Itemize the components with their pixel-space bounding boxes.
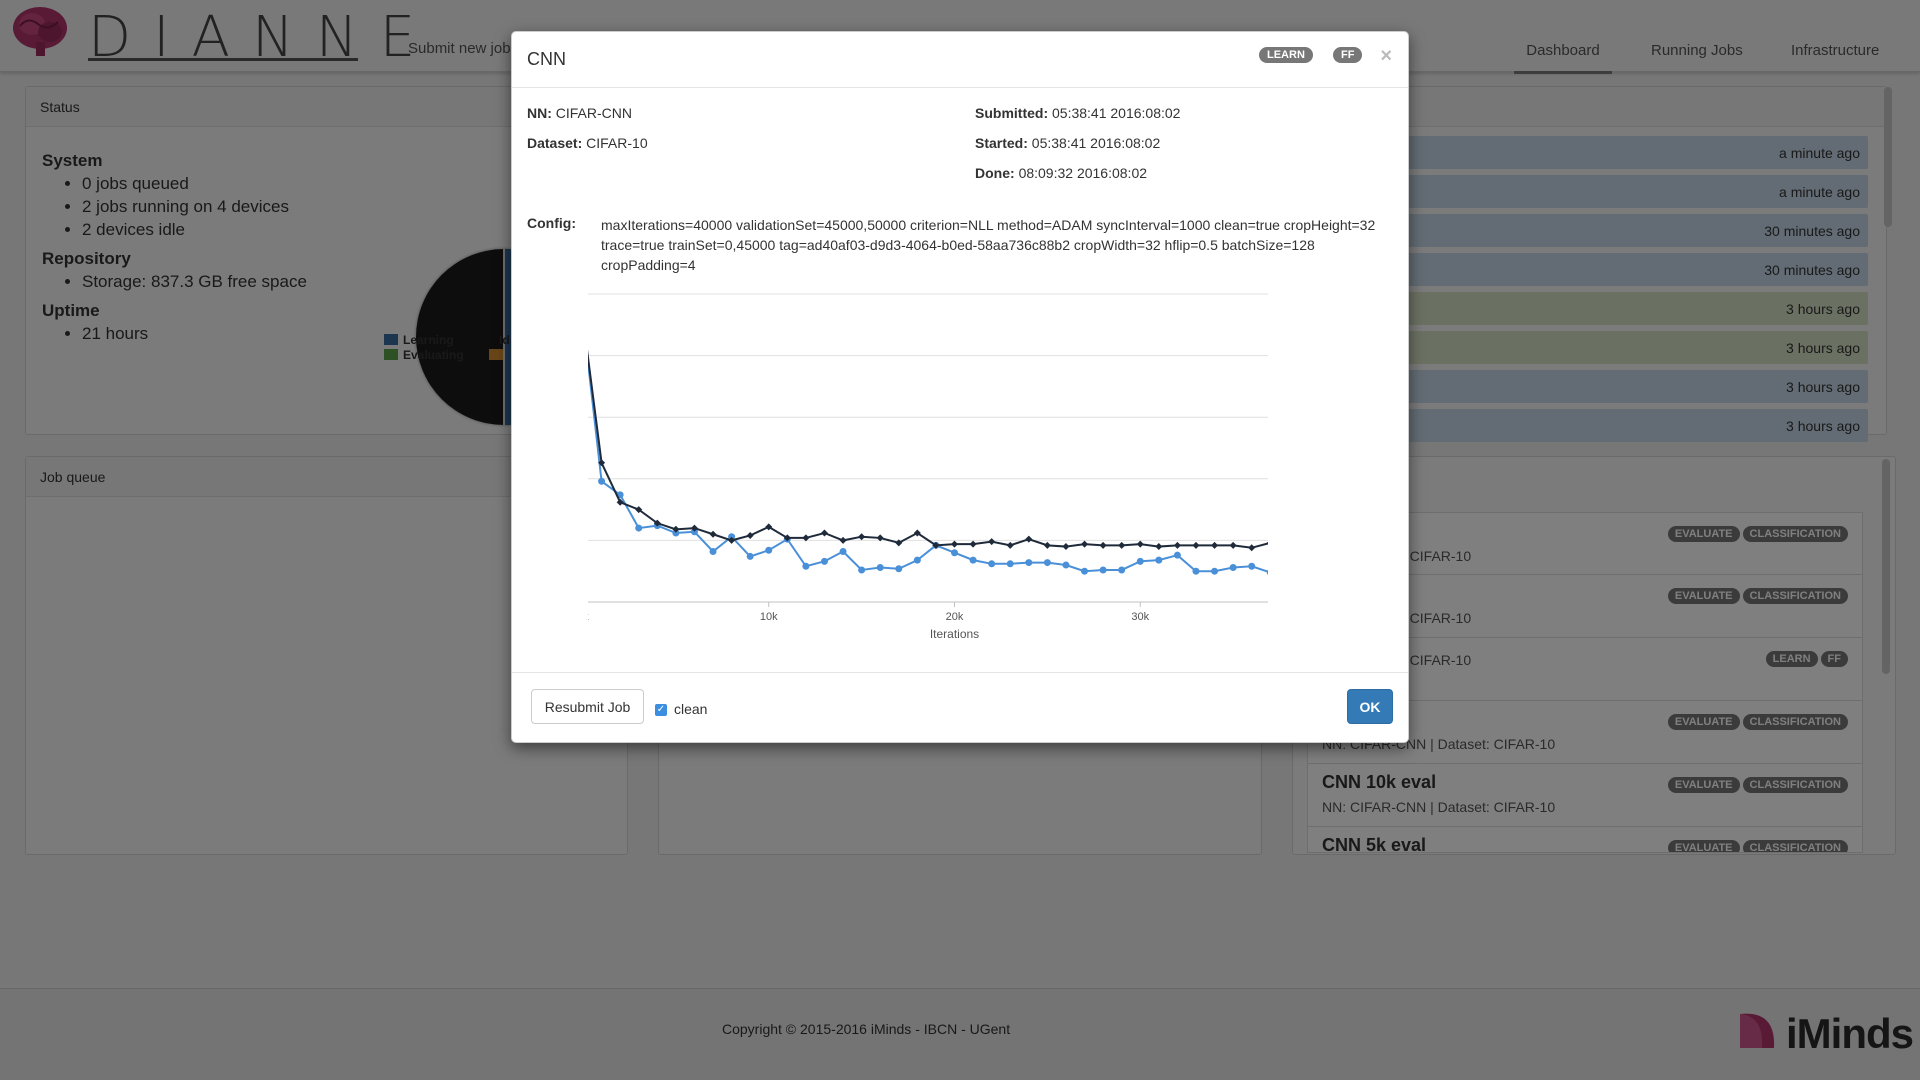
done-value: 08:09:32 2016:08:02 <box>1018 165 1148 181</box>
close-icon[interactable]: × <box>1380 45 1392 68</box>
data-point <box>1081 567 1089 575</box>
data-point <box>802 562 810 570</box>
data-point <box>876 564 884 572</box>
config-value: maxIterations=40000 validationSet=45000,… <box>601 217 1376 273</box>
data-point <box>1062 561 1070 569</box>
data-point <box>1155 543 1163 551</box>
data-point <box>1155 556 1163 564</box>
nn-label: NN: <box>527 105 552 121</box>
submitted-label: Submitted: <box>975 105 1049 121</box>
ok-button[interactable]: OK <box>1347 689 1393 724</box>
data-point <box>1136 557 1144 565</box>
started-value: 05:38:41 2016:08:02 <box>1031 135 1161 151</box>
data-point <box>746 552 754 560</box>
data-point <box>1118 541 1126 549</box>
modal-footer: Resubmit Job ✓ clean OK <box>512 672 1408 743</box>
data-point <box>1229 541 1237 549</box>
data-point <box>988 560 996 568</box>
resubmit-job-button[interactable]: Resubmit Job <box>531 689 644 724</box>
learn-badge: LEARN <box>1259 47 1313 63</box>
data-point <box>839 547 847 555</box>
data-point <box>820 557 828 565</box>
nn-value: CIFAR-CNN <box>555 105 633 121</box>
data-point <box>1006 541 1014 549</box>
data-point <box>858 566 866 574</box>
data-point <box>951 540 958 548</box>
data-point <box>1025 535 1033 543</box>
data-point <box>709 530 717 538</box>
data-point <box>1062 543 1070 551</box>
data-point <box>1173 551 1181 559</box>
data-point <box>1136 540 1144 548</box>
x-tick-label: 20k <box>946 611 964 623</box>
data-point <box>988 538 996 546</box>
data-point <box>1229 564 1237 572</box>
submitted-info: Submitted: 05:38:41 2016:08:02 <box>975 105 1180 121</box>
modal-header: CNN LEARN FF × <box>512 32 1408 88</box>
data-point <box>1043 541 1051 549</box>
config-label: Config: <box>527 215 576 231</box>
dataset-value: CIFAR-10 <box>586 135 648 151</box>
data-point <box>1118 566 1126 574</box>
data-point <box>1211 567 1219 575</box>
submitted-value: 05:38:41 2016:08:02 <box>1052 105 1181 121</box>
series-line <box>588 349 1268 549</box>
x-tick-label: 0k <box>588 611 589 623</box>
data-point <box>1081 540 1089 548</box>
clean-checkbox[interactable]: ✓ <box>655 704 667 716</box>
x-axis-label: Iterations <box>930 627 979 641</box>
dataset-label: Dataset: <box>527 135 583 151</box>
job-details-modal: CNN LEARN FF × NN: CIFAR-CNN Dataset: CI… <box>511 31 1409 743</box>
data-point <box>1211 541 1219 549</box>
error-chart: 00.511.522.50k10k20k30k40kIterationsErro… <box>588 293 1268 641</box>
data-point <box>635 524 643 532</box>
started-label: Started: <box>975 135 1028 151</box>
data-point <box>1006 560 1014 568</box>
nn-info: NN: CIFAR-CNN <box>527 105 632 121</box>
done-info: Done: 08:09:32 2016:08:02 <box>975 165 1147 181</box>
data-point <box>820 529 828 537</box>
data-point <box>598 477 606 485</box>
data-point <box>765 546 773 554</box>
data-point <box>969 540 977 548</box>
data-point <box>1173 541 1181 549</box>
data-point <box>1266 569 1268 576</box>
data-point <box>746 531 754 539</box>
data-point <box>951 549 958 557</box>
x-tick-label: 30k <box>1131 611 1149 623</box>
modal-title: CNN <box>527 49 566 69</box>
data-point <box>1192 541 1200 549</box>
data-point <box>1099 541 1107 549</box>
data-point <box>839 536 847 544</box>
clean-label: clean <box>674 701 708 717</box>
data-point <box>895 565 903 573</box>
data-point <box>913 556 921 564</box>
data-point <box>858 533 866 541</box>
dataset-info: Dataset: CIFAR-10 <box>527 135 648 151</box>
ff-badge: FF <box>1333 47 1363 63</box>
data-point <box>1248 544 1256 552</box>
data-point <box>1025 559 1033 567</box>
started-info: Started: 05:38:41 2016:08:02 <box>975 135 1160 151</box>
x-tick-label: 10k <box>760 611 778 623</box>
data-point <box>709 547 717 555</box>
done-label: Done: <box>975 165 1015 181</box>
data-point <box>1043 559 1051 567</box>
data-point <box>1192 567 1200 575</box>
data-point <box>1248 562 1256 570</box>
data-point <box>1099 566 1107 574</box>
data-point <box>969 556 977 564</box>
